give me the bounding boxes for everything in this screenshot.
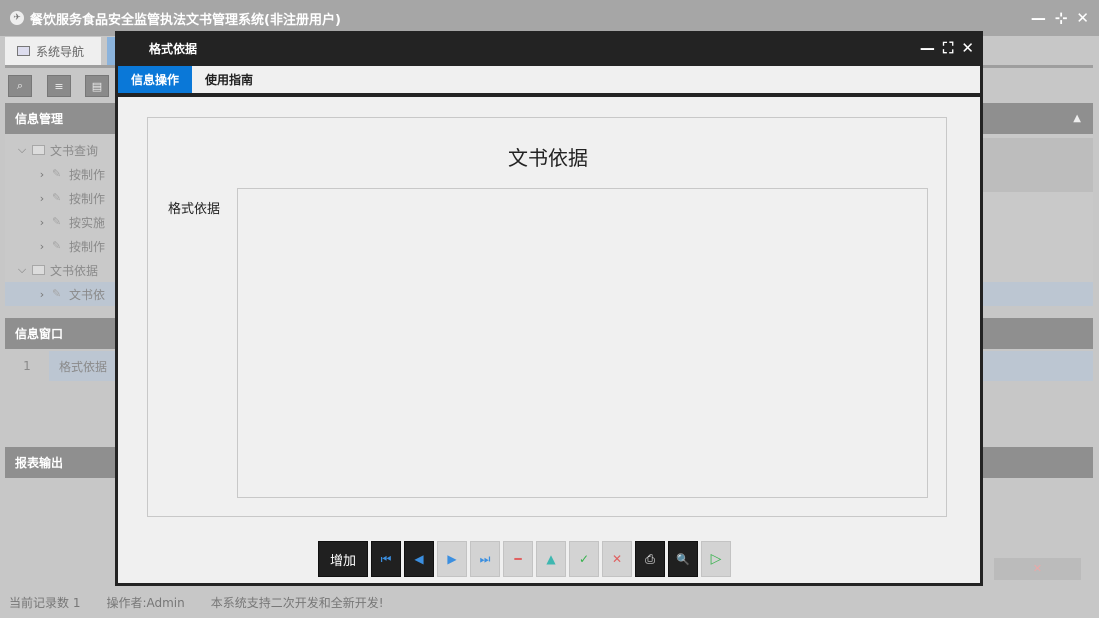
tool-icon: ✎ (52, 167, 62, 180)
next-record-icon[interactable]: ▶ (437, 541, 467, 577)
edit-icon[interactable]: ≡ (47, 75, 71, 97)
minimize-icon[interactable]: — (1031, 9, 1046, 27)
restore-icon[interactable]: ⊹ (1055, 9, 1068, 27)
tool-icon: ✎ (52, 287, 62, 300)
modal-title: 格式依据 (149, 42, 198, 56)
field-label: 格式依据 (168, 202, 221, 217)
app-window: ✈ 餐饮服务食品安全监管执法文书管理系统(非注册用户) — ⊹ ✕ 系统导航 ⌕… (0, 0, 1099, 618)
modal-tabs: 信息操作 使用指南 (118, 66, 980, 97)
tab-user-guide[interactable]: 使用指南 (192, 66, 266, 93)
cancel-icon[interactable]: ✕ (602, 541, 632, 577)
grid-row-right (983, 138, 1093, 192)
status-note: 本系统支持二次开发和全新开发! (210, 595, 384, 610)
add-button[interactable]: 增加 (318, 541, 368, 577)
chevron-down-icon[interactable]: ⌵ (15, 263, 29, 277)
tab-info-operation[interactable]: 信息操作 (118, 66, 193, 93)
preview-icon[interactable]: 🔍 (668, 541, 698, 577)
chevron-down-icon[interactable]: ⌵ (15, 143, 29, 157)
tab-label: 系统导航 (36, 44, 85, 59)
app-logo-icon: ✈ (10, 11, 24, 25)
tree-node-label: 文书查询 (50, 143, 99, 158)
panel-title: 报表输出 (15, 456, 64, 470)
tree-node-label: 按实施 (69, 215, 106, 230)
chevron-right-icon[interactable]: › (35, 288, 49, 301)
status-bar: 当前记录数 1 操作者:Admin 本系统支持二次开发和全新开发! (0, 586, 1099, 618)
tool-icon: ✎ (52, 191, 62, 204)
record-count: 当前记录数 1 (9, 595, 81, 610)
window-controls: — ⊹ ✕ (1031, 9, 1089, 27)
chevron-right-icon[interactable]: › (35, 240, 49, 253)
tree-node-label: 按制作 (69, 239, 106, 254)
tree-node-label: 文书依据 (50, 263, 99, 278)
last-record-icon[interactable]: ⏭ (470, 541, 500, 577)
prev-record-icon[interactable]: ◀ (404, 541, 434, 577)
search-icon[interactable]: ⌕ (8, 75, 32, 97)
folder-icon (32, 145, 45, 155)
form-box: 文书依据 格式依据 (147, 117, 947, 517)
modal-dialog: 格式依据 — ⛶ ✕ 信息操作 使用指南 文书依据 格式依据 增加 ⏮ ◀ ▶ … (115, 31, 983, 586)
app-title: 餐饮服务食品安全监管执法文书管理系统(非注册用户) (30, 12, 341, 28)
up-icon[interactable]: ▲ (536, 541, 566, 577)
tree-node-label: 按制作 (69, 191, 106, 206)
confirm-icon[interactable]: ✓ (569, 541, 599, 577)
modal-controls: — ⛶ ✕ (920, 39, 974, 57)
print-icon[interactable]: ⎙ (635, 541, 665, 577)
panel-title: 信息窗口 (15, 327, 64, 341)
modal-header[interactable]: 格式依据 — ⛶ ✕ (118, 31, 980, 66)
maximize-icon[interactable]: ⛶ (943, 39, 954, 57)
cancel-button-bg[interactable]: ✕ (994, 558, 1081, 580)
chevron-right-icon[interactable]: › (35, 216, 49, 229)
row-number: 1 (23, 359, 31, 373)
chevron-right-icon[interactable]: › (35, 168, 49, 181)
delete-icon[interactable]: ━ (503, 541, 533, 577)
close-icon[interactable]: ✕ (961, 39, 974, 57)
minimize-icon[interactable]: — (920, 39, 935, 57)
collapse-caret-icon[interactable]: ▲ (1073, 113, 1081, 124)
run-icon[interactable]: ▷ (701, 541, 731, 577)
tree-node-label: 文书依 (69, 287, 106, 302)
folder-icon (32, 265, 45, 275)
tree-node-label: 按制作 (69, 167, 106, 182)
panel-title: 信息管理 (15, 112, 64, 126)
tool-icon: ✎ (52, 239, 62, 252)
chevron-right-icon[interactable]: › (35, 192, 49, 205)
monitor-icon (17, 46, 30, 56)
tab-system-nav[interactable]: 系统导航 (5, 37, 101, 65)
operator: 操作者:Admin (106, 595, 185, 610)
action-bar: 增加 ⏮ ◀ ▶ ⏭ ━ ▲ ✓ ✕ ⎙ 🔍 ▷ (318, 541, 731, 577)
close-icon[interactable]: ✕ (1076, 9, 1089, 27)
first-record-icon[interactable]: ⏮ (371, 541, 401, 577)
document-icon[interactable]: ▤ (85, 75, 109, 97)
form-title: 文书依据 (508, 146, 588, 170)
tool-icon: ✎ (52, 215, 62, 228)
format-basis-textarea[interactable] (237, 188, 928, 498)
